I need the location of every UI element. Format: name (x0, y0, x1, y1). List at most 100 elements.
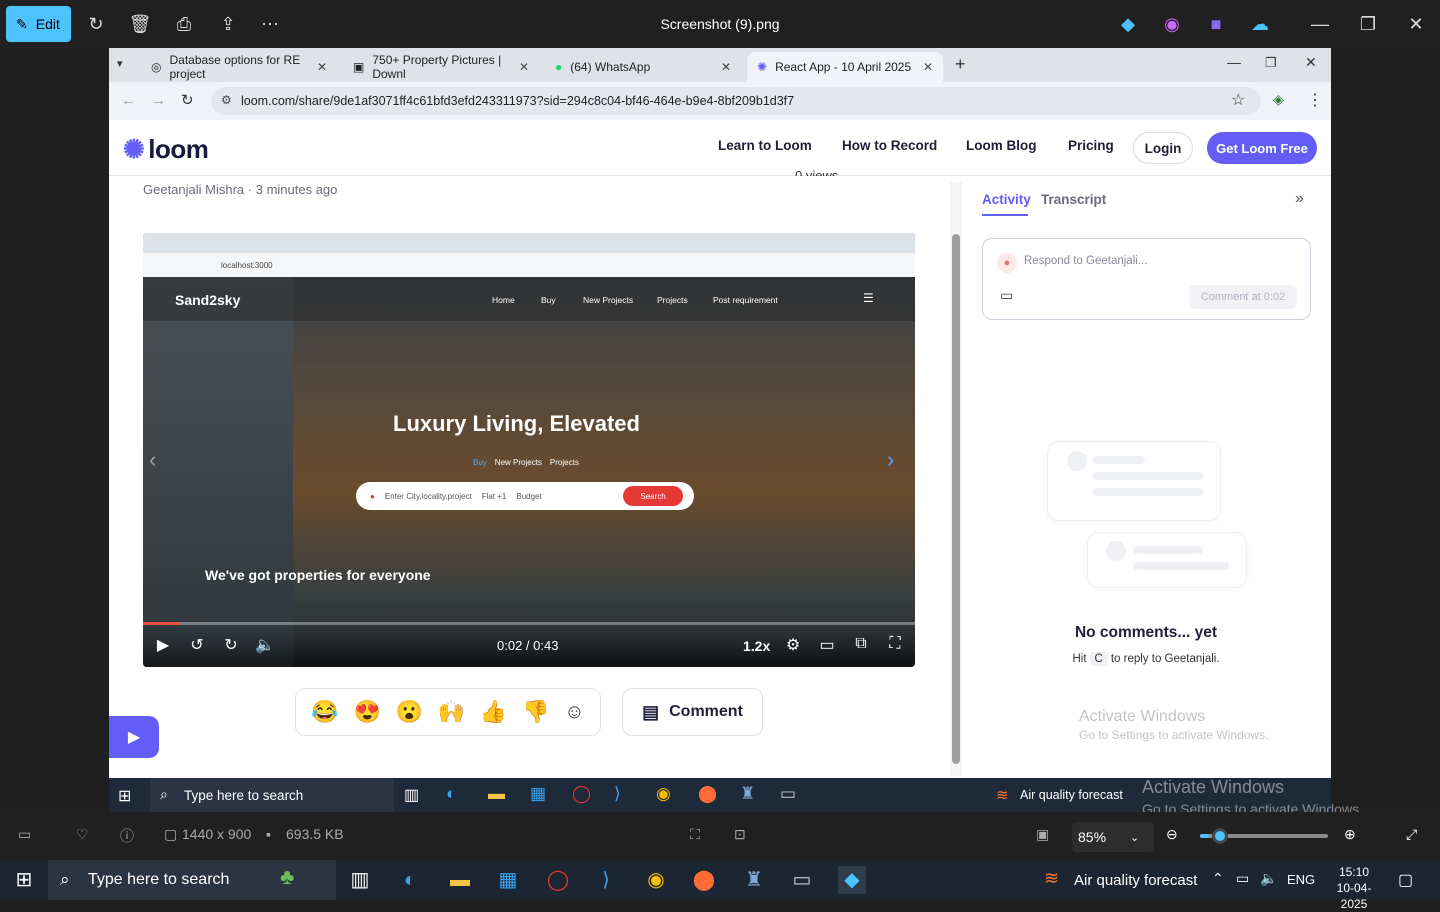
store-icon[interactable]: ▦ (494, 866, 522, 894)
clock[interactable]: 15:10 10-04-2025 (1324, 864, 1384, 912)
zoom-slider-knob[interactable] (1212, 828, 1228, 844)
respond-input[interactable]: Respond to Geetanjali... (1024, 255, 1147, 267)
tab-loom-active[interactable]: ✺ React App - 10 April 2025 ✕ (747, 52, 943, 82)
edge-icon[interactable]: ◐ (396, 866, 424, 894)
fullscreen-icon[interactable]: ⛶ (883, 635, 907, 653)
browser-close-icon[interactable]: ✕ (1305, 54, 1317, 71)
actual-size-icon[interactable]: ▣ (1036, 826, 1049, 843)
tab-whatsapp[interactable]: ● (64) WhatsApp ✕ (545, 52, 741, 82)
url-input[interactable]: loom.com/share/9de1af3071ff4c61bfd3efd24… (211, 87, 1261, 115)
input-language[interactable]: ENG (1287, 872, 1315, 887)
photos-app-icon[interactable]: ◆ (838, 866, 866, 894)
postgres-icon[interactable]: ♜ (740, 866, 768, 894)
minimize-icon[interactable]: — (1308, 12, 1332, 36)
maximize-icon[interactable]: ❐ (1356, 12, 1380, 36)
text-recognition-icon[interactable]: ⊡ (734, 826, 746, 843)
bookmark-icon[interactable]: ☆ (1231, 90, 1245, 110)
info-icon[interactable]: ⓘ (120, 826, 134, 846)
app-icon-1[interactable]: ◆ (1116, 12, 1140, 36)
filmstrip-icon[interactable]: ▭ (18, 826, 31, 843)
onedrive-icon[interactable]: ☁ (1248, 12, 1272, 36)
tab-property-pictures[interactable]: ▣ 750+ Property Pictures | Downl ✕ (343, 52, 539, 82)
taskview-icon[interactable]: ▥ (346, 866, 374, 894)
video-progress-track[interactable] (143, 622, 915, 625)
author-name[interactable]: Geetanjali Mishra (143, 182, 244, 197)
tab-transcript[interactable]: Transcript (1041, 192, 1106, 207)
network-icon[interactable]: ▭ (1236, 870, 1249, 887)
record-video-reply-icon[interactable]: ▭ (1000, 287, 1013, 304)
edit-button[interactable]: ✎ Edit (6, 6, 71, 42)
zoom-in-icon[interactable]: ⊕ (1344, 826, 1356, 843)
whatsapp-icon: ● (555, 60, 563, 74)
nav-learn-to-loom[interactable]: Learn to Loom (718, 138, 812, 153)
start-icon[interactable]: ⊞ (10, 866, 38, 894)
postman-icon[interactable]: ⬤ (690, 866, 718, 894)
vscode-icon[interactable]: ⟩ (592, 866, 620, 894)
tab-search-icon[interactable]: ▾ (117, 57, 123, 70)
reaction-laugh[interactable]: 😂 (311, 699, 338, 725)
close-tab-icon[interactable]: ✕ (519, 60, 529, 74)
share-icon[interactable]: ⇪ (216, 12, 240, 36)
fullscreen-expand-icon[interactable]: ⤢ (1406, 826, 1417, 843)
rewind-icon[interactable]: ↺ (185, 635, 209, 655)
copilot-icon[interactable]: ◉ (1160, 12, 1184, 36)
more-icon[interactable]: ⋯ (258, 12, 282, 36)
page-scrollbar-thumb[interactable] (952, 234, 960, 764)
comment-at-button[interactable]: Comment at 0:02 (1189, 285, 1297, 309)
extension-icon[interactable]: ◈ (1273, 91, 1284, 108)
print-icon[interactable]: ⎙ (172, 12, 196, 36)
notifications-icon[interactable]: ▢ (1398, 870, 1413, 890)
forward-skip-icon[interactable]: ↻ (219, 635, 243, 655)
browser-restore-icon[interactable]: ❐ (1265, 55, 1277, 71)
theater-mode-icon[interactable]: ▭ (815, 635, 839, 655)
rotate-icon[interactable]: ↻ (84, 12, 108, 36)
back-icon[interactable]: ← (121, 92, 136, 109)
chrome-icon[interactable]: ◉ (642, 866, 670, 894)
new-tab-icon[interactable]: + (955, 54, 966, 75)
play-icon[interactable]: ▶ (151, 635, 175, 655)
add-reaction-icon[interactable]: ☺ (564, 701, 584, 724)
aqi-text[interactable]: Air quality forecast (1074, 872, 1197, 889)
forward-icon[interactable]: → (151, 92, 166, 109)
reaction-surprised[interactable]: 😮 (396, 699, 423, 725)
nav-how-to-record[interactable]: How to Record (842, 138, 937, 153)
picture-in-picture-icon[interactable]: ⧉ (849, 635, 873, 653)
browser-menu-icon[interactable]: ⋮ (1307, 90, 1323, 110)
nav-pricing[interactable]: Pricing (1068, 138, 1114, 153)
terminal-icon[interactable]: ▭ (788, 866, 816, 894)
close-tab-icon[interactable]: ✕ (317, 60, 327, 74)
close-tab-icon[interactable]: ✕ (721, 60, 731, 74)
close-icon[interactable]: ✕ (1404, 12, 1428, 36)
browser-minimize-icon[interactable]: — (1227, 54, 1241, 70)
tab-database[interactable]: ◎ Database options for RE project ✕ (141, 52, 337, 82)
reaction-heart-eyes[interactable]: 😍 (354, 699, 381, 725)
reaction-thumbs-up[interactable]: 👍 (480, 699, 507, 725)
get-loom-free-button[interactable]: Get Loom Free (1207, 132, 1317, 164)
close-tab-icon[interactable]: ✕ (923, 60, 933, 74)
volume-icon[interactable]: 🔈 (253, 635, 277, 655)
record-button[interactable]: ▶ (109, 716, 159, 758)
crop-focus-icon[interactable]: ⛶ (690, 826, 700, 843)
comment-button[interactable]: ▤ Comment (622, 688, 763, 736)
playback-speed[interactable]: 1.2x (743, 638, 770, 654)
login-button[interactable]: Login (1133, 132, 1193, 164)
collapse-sidebar-icon[interactable]: » (1295, 190, 1304, 208)
loom-logo[interactable]: ✺ loom (123, 134, 209, 165)
site-info-icon[interactable]: ⚙ (221, 93, 232, 107)
favorite-icon[interactable]: ♡ (76, 826, 89, 843)
delete-icon[interactable]: 🗑 (128, 12, 152, 36)
settings-icon[interactable]: ⚙ (781, 635, 805, 655)
nav-loom-blog[interactable]: Loom Blog (966, 138, 1037, 153)
tray-chevron-icon[interactable]: ⌃ (1212, 870, 1224, 887)
clipchamp-icon[interactable]: ■ (1204, 12, 1228, 36)
zoom-dropdown[interactable]: 85% ⌄ (1072, 822, 1154, 852)
zoom-out-icon[interactable]: ⊖ (1166, 826, 1178, 843)
opera-icon[interactable]: ◯ (544, 866, 572, 894)
speaker-icon[interactable]: 🔈 (1260, 870, 1277, 887)
reaction-raised-hands[interactable]: 🙌 (438, 699, 465, 725)
reload-icon[interactable]: ↻ (181, 91, 194, 109)
video-player[interactable]: localhost:3000 Sand2sky Home Buy New Pro… (143, 233, 915, 667)
tab-activity[interactable]: Activity (982, 192, 1031, 207)
file-explorer-icon[interactable]: ▬ (446, 866, 474, 894)
reaction-thumbs-down[interactable]: 👎 (522, 699, 549, 725)
